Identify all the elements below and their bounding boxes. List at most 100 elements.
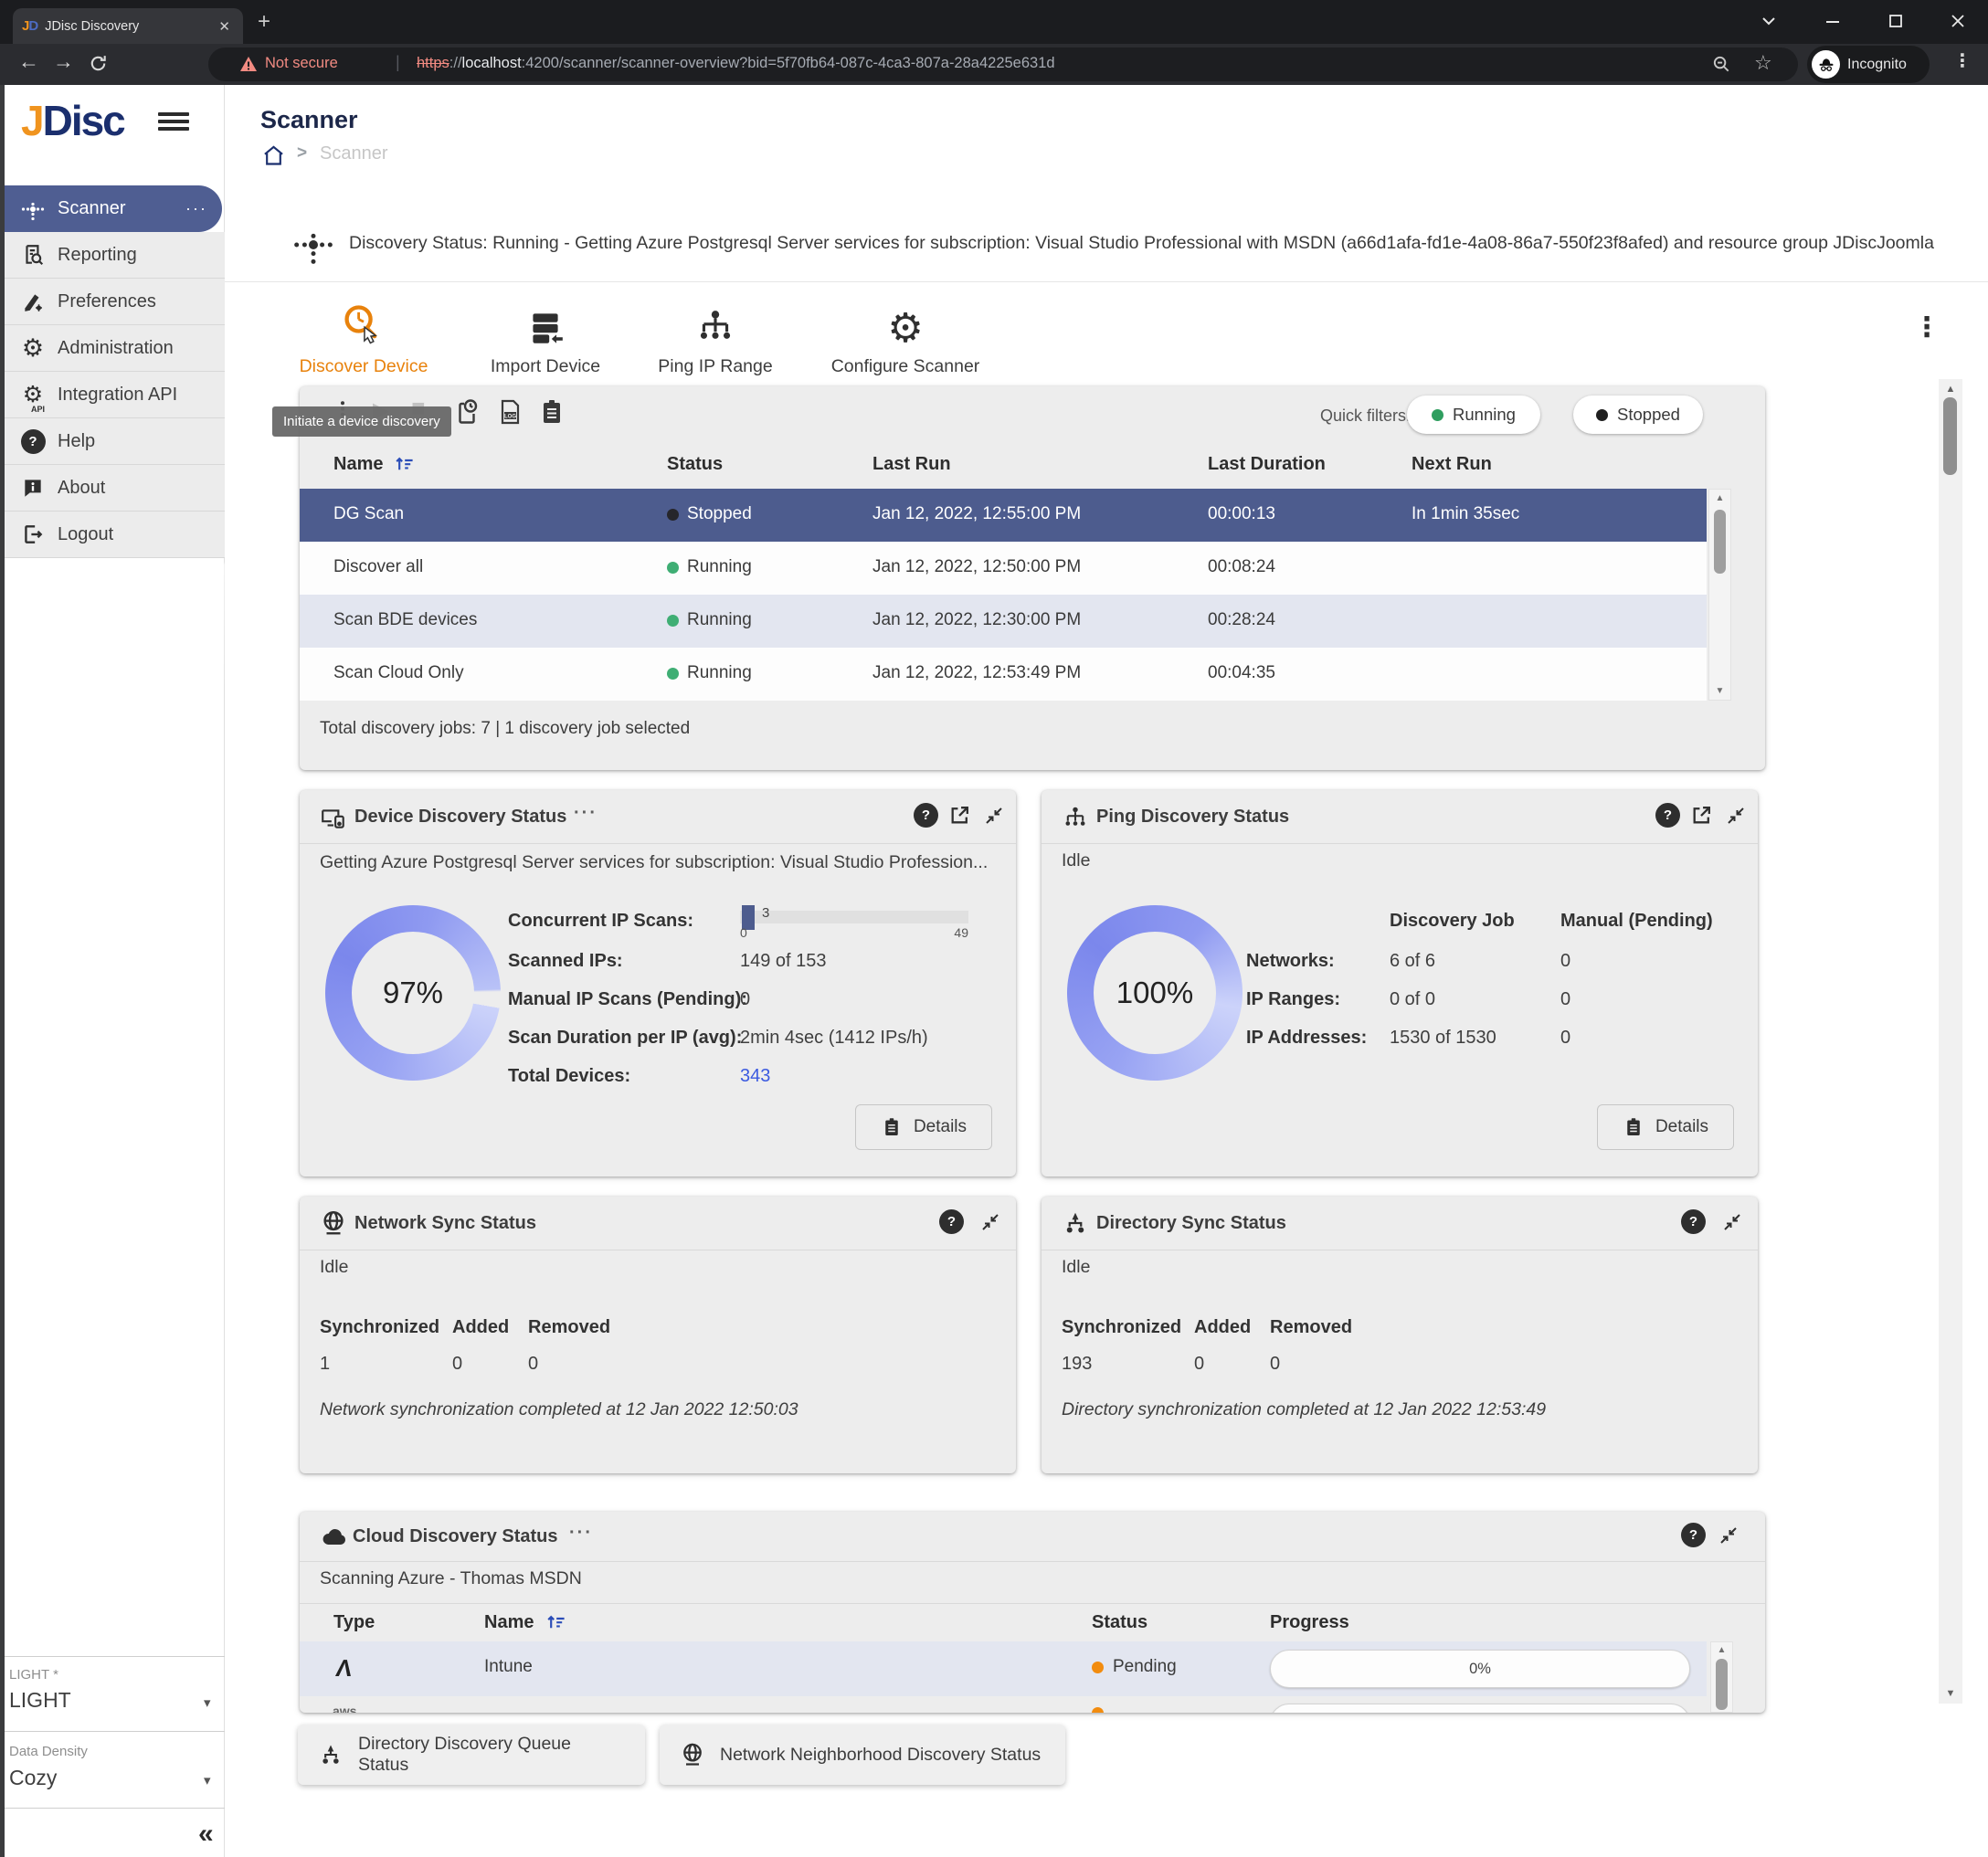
help-icon[interactable]: ? bbox=[1681, 1209, 1706, 1234]
new-tab-button[interactable]: + bbox=[258, 11, 270, 33]
collapse-icon[interactable] bbox=[1721, 1211, 1743, 1233]
sidebar-item-preferences[interactable]: Preferences bbox=[5, 279, 225, 325]
reload-icon[interactable] bbox=[88, 53, 109, 74]
scroll-up-icon[interactable]: ▲ bbox=[1711, 1645, 1732, 1655]
incognito-badge[interactable]: Incognito bbox=[1807, 46, 1930, 83]
forward-icon[interactable]: → bbox=[53, 49, 74, 74]
collapse-icon[interactable] bbox=[979, 1211, 1001, 1233]
sidebar-item-help[interactable]: ? Help bbox=[5, 418, 225, 465]
page-scrollbar[interactable]: ▲ ▼ bbox=[1939, 379, 1962, 1704]
total-devices-link[interactable]: 343 bbox=[740, 1066, 770, 1087]
collapse-icon[interactable] bbox=[1718, 1525, 1740, 1546]
sidebar-item-label: Reporting bbox=[58, 245, 137, 266]
filter-running-button[interactable]: Running bbox=[1407, 396, 1540, 434]
scroll-down-icon[interactable]: ▼ bbox=[1709, 686, 1730, 696]
sidebar-item-about[interactable]: About bbox=[5, 465, 225, 512]
configure-scanner-button[interactable]: ⚙ Configure Scanner bbox=[809, 301, 1001, 377]
table-row[interactable]: Scan Cloud Only Running Jan 12, 2022, 12… bbox=[300, 648, 1707, 701]
col-name[interactable]: Name bbox=[333, 454, 383, 475]
sort-icon[interactable] bbox=[545, 1610, 566, 1632]
window-close-button[interactable] bbox=[1948, 9, 1968, 33]
col-last-run[interactable]: Last Run bbox=[872, 454, 951, 475]
home-icon[interactable] bbox=[261, 143, 286, 168]
concurrent-scans-slider[interactable]: 3 0 49 bbox=[740, 902, 968, 938]
open-in-new-icon[interactable] bbox=[1690, 804, 1713, 827]
scanner-overflow-menu-icon[interactable]: ⋮ bbox=[1913, 311, 1940, 343]
scroll-thumb[interactable] bbox=[1943, 397, 1957, 475]
filter-stopped-button[interactable]: Stopped bbox=[1573, 396, 1703, 434]
col-next-run[interactable]: Next Run bbox=[1412, 454, 1492, 475]
progress-value: 0% bbox=[1469, 1661, 1491, 1678]
help-icon[interactable]: ? bbox=[1681, 1523, 1706, 1547]
zoom-out-icon[interactable] bbox=[1711, 54, 1732, 75]
density-select[interactable]: Cozy bbox=[9, 1766, 57, 1790]
slider-track[interactable] bbox=[740, 911, 968, 923]
hamburger-menu-icon[interactable] bbox=[158, 109, 189, 132]
ping-progress-donut: 100% bbox=[1067, 905, 1242, 1081]
scroll-down-icon[interactable]: ▼ bbox=[1939, 1688, 1962, 1699]
card-menu-icon[interactable]: ··· bbox=[569, 1523, 593, 1544]
directory-discovery-queue-button[interactable]: Directory Discovery Queue Status bbox=[298, 1725, 645, 1785]
not-secure-label[interactable]: Not secure bbox=[265, 55, 338, 72]
url-text[interactable]: https://localhost:4200/scanner/scanner-o… bbox=[417, 55, 1055, 72]
chevron-down-icon[interactable]: ▾ bbox=[204, 1772, 211, 1788]
scroll-up-icon[interactable]: ▲ bbox=[1939, 384, 1962, 395]
chevron-down-icon[interactable]: ▾ bbox=[204, 1694, 211, 1711]
table-row[interactable]: Discover all Running Jan 12, 2022, 12:50… bbox=[300, 542, 1707, 595]
window-maximize-button[interactable] bbox=[1886, 9, 1906, 33]
device-details-button[interactable]: Details bbox=[855, 1104, 992, 1150]
device-discovery-icon bbox=[320, 805, 347, 832]
collapse-icon[interactable] bbox=[1725, 805, 1747, 827]
browser-tab[interactable]: JD JDisc Discovery ✕ bbox=[13, 8, 243, 44]
running-dot-icon bbox=[1432, 409, 1443, 421]
sidebar-item-administration[interactable]: ⚙ Administration bbox=[5, 325, 225, 372]
main-content: Scanner > Scanner Discovery Status: Runn… bbox=[225, 85, 1988, 1857]
open-in-new-icon[interactable] bbox=[948, 804, 971, 827]
scroll-thumb[interactable] bbox=[1714, 510, 1726, 574]
job-name: Discover all bbox=[333, 557, 423, 577]
help-icon[interactable]: ? bbox=[914, 803, 938, 828]
window-minimize-button[interactable] bbox=[1823, 9, 1843, 33]
col-name[interactable]: Name bbox=[484, 1612, 534, 1633]
col-status[interactable]: Status bbox=[1092, 1612, 1147, 1633]
cloud-row-intune[interactable]: Λ Intune Pending 0% bbox=[300, 1641, 1707, 1696]
card-menu-icon[interactable]: ··· bbox=[574, 803, 597, 824]
back-icon[interactable]: ← bbox=[18, 49, 39, 74]
sidebar-item-integration-api[interactable]: ⚙API Integration API bbox=[5, 372, 225, 418]
sidebar-item-logout[interactable]: Logout bbox=[5, 512, 225, 558]
ping-ip-range-button[interactable]: Ping IP Range bbox=[619, 301, 811, 377]
cloud-table-scrollbar[interactable]: ▲ bbox=[1710, 1641, 1733, 1713]
col-type[interactable]: Type bbox=[333, 1612, 375, 1633]
sidebar-item-more-icon[interactable]: ··· bbox=[185, 199, 207, 218]
table-row[interactable]: Scan BDE devices Running Jan 12, 2022, 1… bbox=[300, 595, 1707, 648]
col-progress[interactable]: Progress bbox=[1270, 1612, 1349, 1633]
col-removed: Removed bbox=[1270, 1317, 1352, 1338]
tab-close-icon[interactable]: ✕ bbox=[215, 18, 234, 35]
help-icon[interactable]: ? bbox=[939, 1209, 964, 1234]
discovery-log-icon[interactable]: LOG bbox=[495, 397, 524, 427]
sort-icon[interactable] bbox=[393, 452, 415, 474]
network-neighborhood-button[interactable]: Network Neighborhood Discovery Status bbox=[660, 1725, 1065, 1785]
tab-search-icon[interactable] bbox=[1759, 9, 1779, 33]
import-device-button[interactable]: Import Device bbox=[449, 301, 641, 377]
browser-menu-icon[interactable]: ⋮ bbox=[1953, 49, 1972, 72]
cloud-row-partial[interactable]: aws bbox=[300, 1700, 1707, 1713]
bookmark-star-icon[interactable]: ☆ bbox=[1754, 51, 1772, 75]
schedule-job-icon[interactable] bbox=[453, 397, 482, 427]
theme-select[interactable]: LIGHT bbox=[9, 1688, 71, 1713]
sidebar-item-reporting[interactable]: Reporting bbox=[5, 232, 225, 279]
scroll-thumb[interactable] bbox=[1716, 1659, 1728, 1710]
collapse-icon[interactable] bbox=[983, 805, 1005, 827]
discover-device-button[interactable]: Discover Device bbox=[268, 301, 460, 377]
sidebar-collapse-icon[interactable]: « bbox=[198, 1819, 214, 1850]
help-icon[interactable]: ? bbox=[1655, 803, 1680, 828]
scroll-up-icon[interactable]: ▲ bbox=[1709, 493, 1730, 503]
col-last-duration[interactable]: Last Duration bbox=[1208, 454, 1326, 475]
ping-details-button[interactable]: Details bbox=[1597, 1104, 1734, 1150]
discovery-protocol-icon[interactable] bbox=[537, 397, 566, 427]
jobs-table-scrollbar[interactable]: ▲ ▼ bbox=[1708, 489, 1731, 701]
col-status[interactable]: Status bbox=[667, 454, 723, 475]
url-bar[interactable]: Not secure | https://localhost:4200/scan… bbox=[208, 47, 1798, 81]
sidebar-item-scanner[interactable]: Scanner ··· bbox=[5, 185, 222, 232]
table-row[interactable]: DG Scan Stopped Jan 12, 2022, 12:55:00 P… bbox=[300, 489, 1707, 542]
